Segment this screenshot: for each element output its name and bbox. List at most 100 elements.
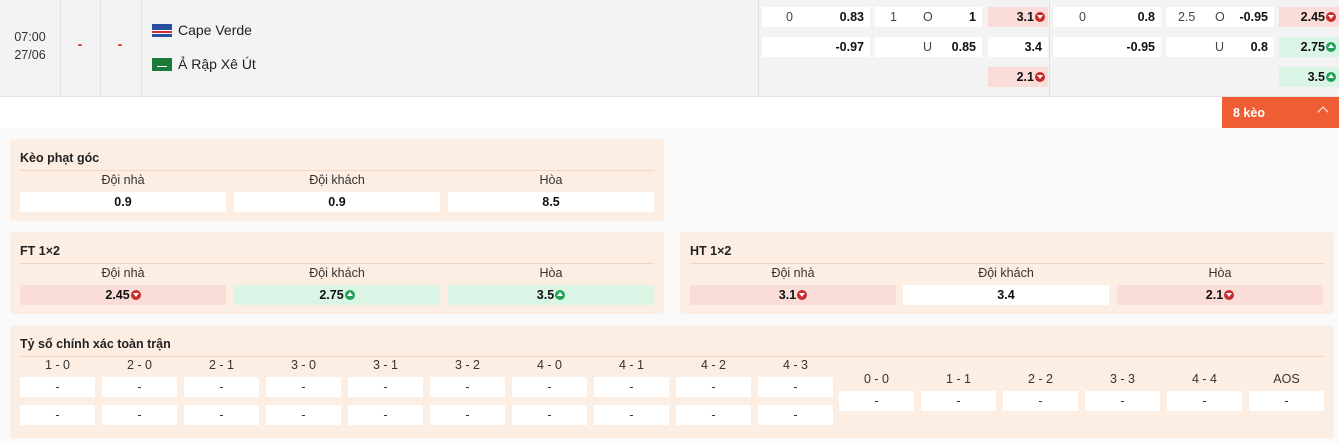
ht-away-odds[interactable]: 3.4 [903,285,1109,305]
column-label-draw: Hòa [539,173,563,187]
card-title: Kèo phạt góc [20,151,100,165]
score-away-odds[interactable]: - [20,405,95,425]
ht-1x2-home-odds[interactable]: 2.45 [1279,7,1339,27]
card-title: Tỷ số chính xác toàn trận [20,337,171,351]
score-away-odds[interactable]: - [512,405,587,425]
away-team-name: Ả Rập Xê Út [178,56,256,72]
score-away-odds[interactable]: - [184,405,259,425]
over-label: O [1215,10,1225,24]
ft-under-odds[interactable]: U 0.85 [875,37,982,57]
score-label: AOS [1273,372,1300,386]
ft-away-odds[interactable]: 2.75 [234,285,440,305]
kickoff-date: 27/06 [14,48,46,62]
score-label: 3 - 0 [290,358,316,372]
score-away-odds[interactable]: - [266,405,341,425]
divider [690,263,1324,264]
score-label: 1 - 1 [945,372,971,386]
away-team[interactable]: Ả Rập Xê Út [152,54,256,74]
score-home-odds[interactable]: - [758,377,833,397]
ft-handicap-away-odds[interactable]: -0.97 [762,37,870,57]
score-home-odds[interactable]: - [594,377,669,397]
match-time: 07:00 27/06 [0,28,60,64]
ht-home-odds[interactable]: 3.1 [690,285,896,305]
score-home-odds[interactable]: - [348,377,423,397]
score-draw-odds[interactable]: - [1167,391,1242,411]
score-home-odds[interactable]: - [430,377,505,397]
odds-value: 2.45 [1301,10,1336,24]
home-team[interactable]: Cape Verde [152,20,252,40]
score-home-odds[interactable]: - [266,377,341,397]
ft-1x2-draw-odds[interactable]: 2.1 [988,67,1048,87]
score-away-odds[interactable]: - [594,405,669,425]
column-label-draw: Hòa [539,266,563,280]
score-draw-odds[interactable]: - [1085,391,1160,411]
arrow-up-circle-icon [555,290,566,300]
score-away-odds[interactable]: - [430,405,505,425]
score-draw-odds[interactable]: - [1003,391,1078,411]
corner-draw-odds[interactable]: 8.5 [448,192,654,212]
score-label: 3 - 3 [1109,372,1135,386]
ft-draw-odds[interactable]: 3.5 [448,285,654,305]
score-label: 3 - 1 [372,358,398,372]
match-row[interactable]: 07:00 27/06 - - Cape Verde Ả Rập Xê Út 0… [0,0,1339,97]
column-label-away: Đội khách [978,266,1034,280]
odds-value: 3.4 [1024,40,1042,54]
score-label: 1 - 0 [44,358,70,372]
score-label: 0 - 0 [863,372,889,386]
score-label: 4 - 3 [782,358,808,372]
score-home-odds[interactable]: - [676,377,751,397]
column-label-home: Đội nhà [101,173,145,187]
score-label: 4 - 4 [1191,372,1217,386]
column-label-home: Đội nhà [101,266,145,280]
score-away-odds[interactable]: - [758,405,833,425]
odds-value: 2.1 [1017,70,1045,84]
ou-line: 2.5 [1178,10,1196,24]
score-away-odds[interactable]: - [348,405,423,425]
score-home-odds[interactable]: - [512,377,587,397]
card-title: FT 1×2 [20,244,60,258]
score-label: 4 - 0 [536,358,562,372]
corner-home-odds[interactable]: 0.9 [20,192,226,212]
corner-away-odds[interactable]: 0.9 [234,192,440,212]
ht-1x2-draw-odds[interactable]: 3.5 [1279,67,1339,87]
score-away-odds[interactable]: - [102,405,177,425]
column-label-draw: Hòa [1208,266,1232,280]
score-home-odds[interactable]: - [184,377,259,397]
odds-value: -0.97 [835,40,865,54]
ft-1x2-away-odds[interactable]: 3.4 [988,37,1048,57]
ft-over-odds[interactable]: 1 O 1 [875,7,982,27]
column-label-home: Đội nhà [771,266,815,280]
ht-handicap-away-odds[interactable]: -0.95 [1053,37,1161,57]
ft-1x2-card: FT 1×2 Đội nhà Đội khách Hòa 2.45 2.75 3… [10,232,664,314]
under-label: U [1215,40,1225,54]
score-draw-odds[interactable]: - [1249,391,1324,411]
handicap-line: 0 [786,10,793,24]
ft-1x2-home-odds[interactable]: 3.1 [988,7,1048,27]
ft-handicap-home-odds[interactable]: 0 0.83 [762,7,870,27]
ht-over-odds[interactable]: 2.5 O -0.95 [1166,7,1274,27]
divider [1049,0,1050,97]
ft-home-odds[interactable]: 2.45 [20,285,226,305]
score-label: 4 - 2 [700,358,726,372]
score-home-odds[interactable]: - [102,377,177,397]
saudi-arabia-flag-icon [152,57,172,71]
score-label: 2 - 2 [1027,372,1053,386]
score-draw-odds[interactable]: - [839,391,914,411]
divider [20,263,654,264]
corner-odds-card: Kèo phạt góc Đội nhà Đội khách Hòa 0.9 0… [10,139,664,221]
correct-score-card: Tỷ số chính xác toàn trận 1 - 0--2 - 0--… [10,325,1334,438]
score-away-odds[interactable]: - [676,405,751,425]
arrow-up-circle-icon [1326,42,1336,52]
ht-handicap-home-odds[interactable]: 0 0.8 [1053,7,1161,27]
score-home-odds[interactable]: - [20,377,95,397]
ht-under-odds[interactable]: U 0.8 [1166,37,1274,57]
score-draw-odds[interactable]: - [921,391,996,411]
ht-1x2-away-odds[interactable]: 2.75 [1279,37,1339,57]
more-markets-label: 8 kèo [1233,105,1265,120]
score-label: 2 - 1 [208,358,234,372]
divider [20,170,654,171]
odds-value: 0.83 [839,10,864,24]
chevron-up-icon [1317,106,1329,118]
ht-draw-odds[interactable]: 2.1 [1117,285,1323,305]
more-markets-button[interactable]: 8 kèo [1222,97,1339,128]
